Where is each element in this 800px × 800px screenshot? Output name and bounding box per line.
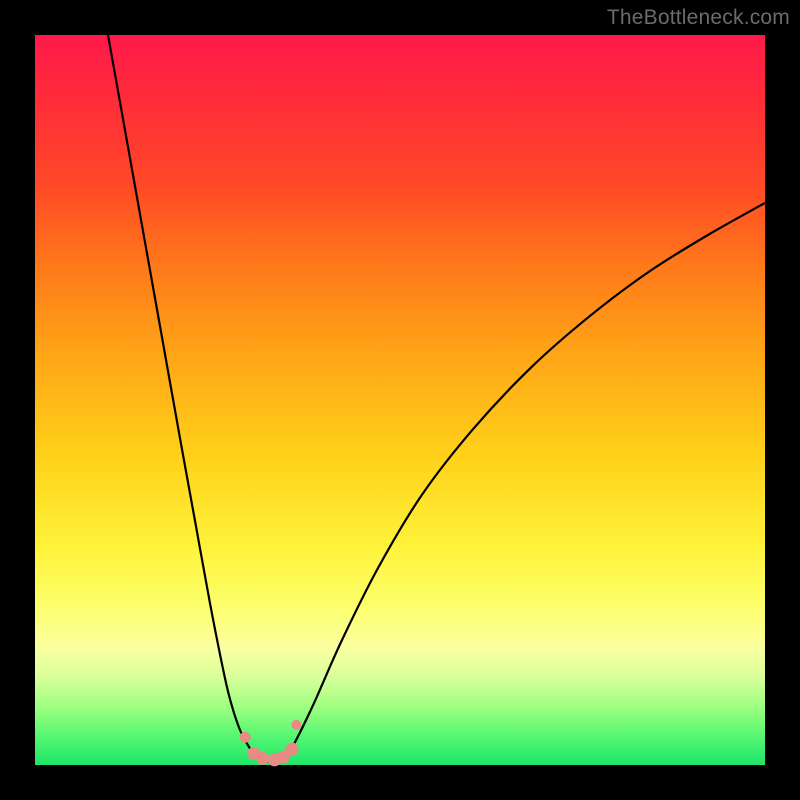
valley-markers (35, 35, 765, 765)
valley-marker (285, 742, 298, 755)
plot-area (35, 35, 765, 765)
valley-marker (291, 720, 301, 730)
valley-marker (256, 752, 269, 765)
valley-marker (240, 732, 251, 743)
chart-frame: TheBottleneck.com (0, 0, 800, 800)
watermark-text: TheBottleneck.com (607, 6, 790, 30)
